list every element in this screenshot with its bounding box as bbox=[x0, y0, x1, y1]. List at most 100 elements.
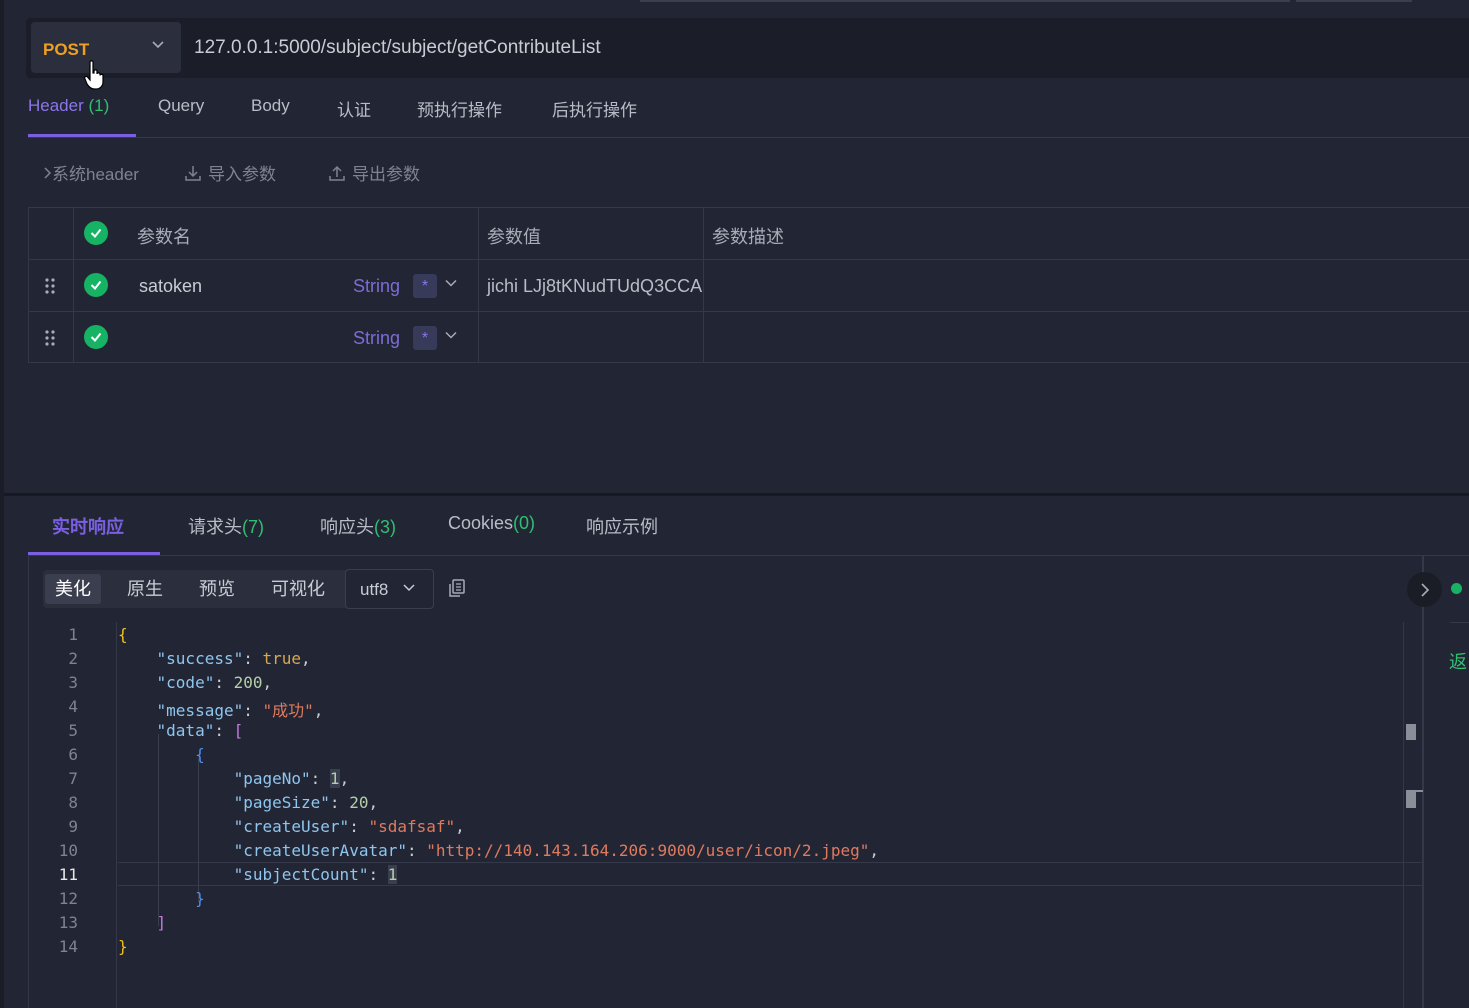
chevron-down-icon[interactable] bbox=[445, 331, 457, 339]
row-checkbox[interactable] bbox=[84, 273, 108, 297]
encoding-select[interactable]: utf8 bbox=[345, 569, 434, 609]
tab-post-script[interactable]: 后执行操作 bbox=[552, 96, 637, 121]
line-number-gutter: 1 2 3 4 5 6 7 8 9 10 11 12 13 14 bbox=[28, 622, 117, 1008]
response-code-viewer[interactable]: 1 2 3 4 5 6 7 8 9 10 11 12 13 14 { "succ… bbox=[28, 622, 1423, 1008]
side-panel-toggle[interactable] bbox=[1407, 572, 1442, 607]
side-panel-separator bbox=[1450, 622, 1469, 623]
code-line: "message": "成功", bbox=[156, 701, 324, 720]
tab-live-response[interactable]: 实时响应 bbox=[52, 513, 124, 539]
left-edge bbox=[0, 0, 4, 1008]
view-pretty-button[interactable]: 美化 bbox=[45, 574, 101, 604]
chevron-down-icon[interactable] bbox=[445, 279, 457, 287]
table-row: satoken String * jichi LJj8tKNudTUdQ3CCA bbox=[29, 260, 1469, 312]
param-type-select[interactable]: String bbox=[353, 328, 400, 349]
minimap-marker bbox=[1406, 792, 1416, 808]
export-params-button[interactable]: 导出参数 bbox=[328, 160, 420, 185]
side-panel-label: 返 bbox=[1449, 652, 1467, 672]
select-all-checkbox[interactable] bbox=[84, 221, 108, 245]
drag-handle-icon[interactable] bbox=[45, 330, 55, 346]
copy-icon[interactable] bbox=[447, 578, 467, 598]
line-number: 4 bbox=[68, 697, 78, 716]
params-table: 参数名 参数值 参数描述 satoken String * jichi LJj8… bbox=[28, 207, 1469, 363]
code-line: } bbox=[195, 889, 205, 908]
line-number: 2 bbox=[68, 649, 78, 668]
code-line: "data": [ bbox=[156, 721, 244, 740]
chevron-right-icon bbox=[1420, 582, 1429, 597]
row-checkbox[interactable] bbox=[84, 325, 108, 349]
code-line: "createUser": "sdafsaf", bbox=[233, 817, 465, 836]
code-line: "success": true, bbox=[156, 649, 311, 668]
code-line: "subjectCount": 1 bbox=[233, 865, 398, 884]
check-icon bbox=[90, 228, 102, 239]
view-visualize-button[interactable]: 可视化 bbox=[261, 574, 335, 604]
code-line: { bbox=[118, 625, 128, 644]
drag-handle-icon[interactable] bbox=[45, 278, 55, 294]
encoding-label: utf8 bbox=[360, 580, 389, 599]
active-tab-indicator bbox=[28, 552, 160, 555]
view-raw-button[interactable]: 原生 bbox=[117, 574, 173, 604]
system-header-label: 系统header bbox=[52, 165, 139, 184]
line-number: 5 bbox=[68, 721, 78, 740]
import-params-label: 导入参数 bbox=[208, 165, 276, 184]
tab-pre-script[interactable]: 预执行操作 bbox=[417, 96, 502, 121]
line-number: 8 bbox=[68, 793, 78, 812]
export-params-label: 导出参数 bbox=[352, 165, 420, 184]
import-params-button[interactable]: 导入参数 bbox=[184, 160, 276, 185]
tab-header[interactable]: Header (1) bbox=[28, 96, 109, 116]
tab-body[interactable]: Body bbox=[251, 96, 290, 116]
chevron-down-icon bbox=[403, 584, 415, 592]
line-number: 1 bbox=[68, 625, 78, 644]
method-select[interactable]: POST bbox=[31, 22, 181, 90]
chevron-right-icon bbox=[44, 166, 52, 179]
status-dot bbox=[1451, 583, 1462, 594]
top-scrollbar[interactable] bbox=[640, 0, 1290, 2]
tab-request-headers[interactable]: 请求头(7) bbox=[188, 513, 264, 539]
active-tab-indicator bbox=[28, 134, 136, 137]
method-label: POST bbox=[43, 40, 90, 59]
url-input[interactable]: 127.0.0.1:5000/subject/subject/getContri… bbox=[194, 37, 601, 59]
url-bar: POST 127.0.0.1:5000/subject/subject/getC… bbox=[26, 18, 1469, 90]
param-name-input[interactable]: satoken bbox=[139, 276, 202, 297]
header-param-value: 参数值 bbox=[487, 227, 541, 247]
code-minimap[interactable] bbox=[1403, 622, 1424, 1008]
system-header-toggle[interactable]: 系统header bbox=[42, 160, 139, 185]
table-header-row: 参数名 参数值 参数描述 bbox=[29, 208, 1469, 260]
top-scrollbar-2[interactable] bbox=[1296, 0, 1412, 2]
line-number: 13 bbox=[58, 913, 78, 932]
tab-query[interactable]: Query bbox=[158, 96, 204, 116]
code-line: { bbox=[195, 745, 205, 764]
param-value-input[interactable]: jichi LJj8tKNudTUdQ3CCA bbox=[487, 276, 702, 297]
required-toggle[interactable]: * bbox=[413, 326, 437, 350]
tab-auth[interactable]: 认证 bbox=[337, 96, 371, 121]
code-line: "code": 200, bbox=[156, 673, 273, 692]
line-number: 7 bbox=[68, 769, 78, 788]
table-row: String * bbox=[29, 312, 1469, 364]
line-number: 12 bbox=[58, 889, 78, 908]
tab-cookies[interactable]: Cookies(0) bbox=[448, 513, 535, 534]
code-line: "createUserAvatar": "http://140.143.164.… bbox=[233, 841, 879, 860]
side-panel-border bbox=[1423, 556, 1424, 1008]
code-line: "pageNo": 1, bbox=[233, 769, 350, 788]
minimap-marker bbox=[1406, 724, 1416, 740]
line-number: 6 bbox=[68, 745, 78, 764]
line-number: 9 bbox=[68, 817, 78, 836]
view-mode-group: 美化 原生 预览 可视化 bbox=[43, 570, 367, 608]
line-number: 11 bbox=[58, 865, 78, 884]
check-icon bbox=[90, 332, 102, 343]
code-line: "pageSize": 20, bbox=[233, 793, 379, 812]
required-toggle[interactable]: * bbox=[413, 274, 437, 298]
line-number: 3 bbox=[68, 673, 78, 692]
code-line: } bbox=[118, 937, 128, 956]
tab-response-headers[interactable]: 响应头(3) bbox=[320, 513, 396, 539]
view-preview-button[interactable]: 预览 bbox=[189, 574, 245, 604]
code-line: ] bbox=[156, 913, 167, 932]
line-number: 10 bbox=[58, 841, 78, 860]
tab-response-examples[interactable]: 响应示例 bbox=[586, 513, 658, 539]
line-number: 14 bbox=[58, 937, 78, 956]
header-param-desc: 参数描述 bbox=[712, 227, 784, 247]
download-icon bbox=[185, 165, 201, 181]
check-icon bbox=[90, 280, 102, 291]
upload-icon bbox=[329, 165, 345, 181]
param-type-select[interactable]: String bbox=[353, 276, 400, 297]
chevron-down-icon bbox=[152, 41, 164, 49]
